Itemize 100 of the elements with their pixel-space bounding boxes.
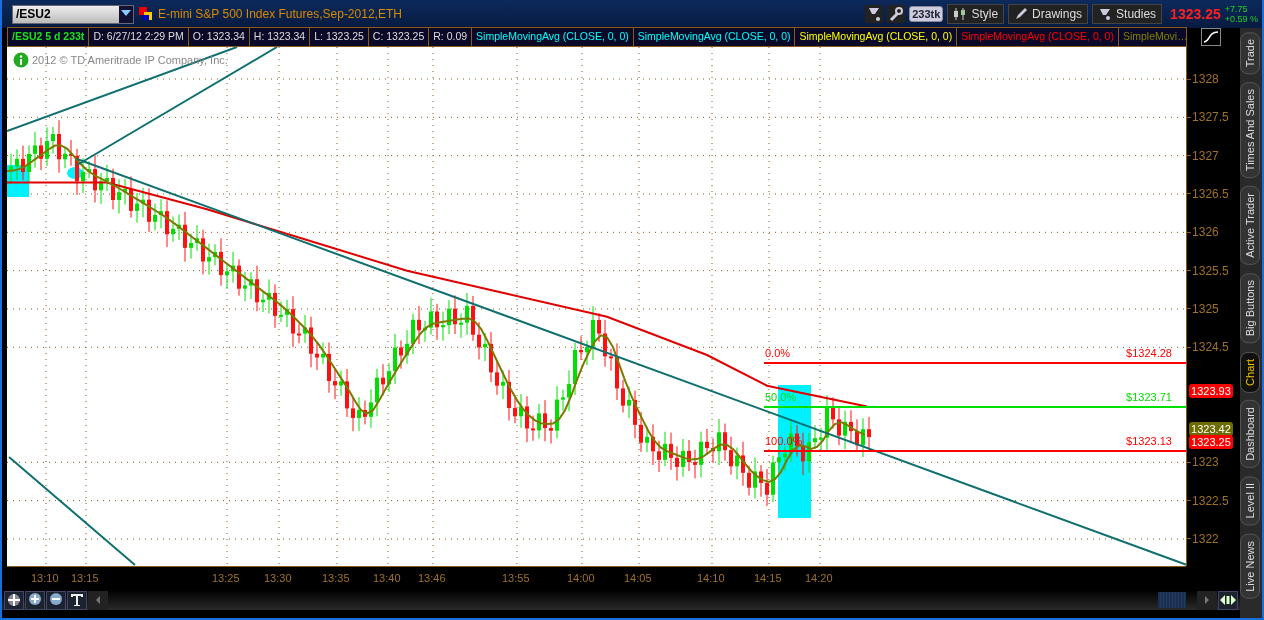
candlestick (537, 403, 541, 440)
drawings-button[interactable]: Drawings (1008, 4, 1089, 24)
candlestick (321, 342, 325, 365)
candlestick (651, 423, 655, 466)
candlestick (717, 418, 721, 466)
price-label: 1323 (1192, 455, 1219, 470)
candlestick (225, 263, 229, 290)
candlestick (213, 243, 217, 266)
candlestick (627, 386, 631, 419)
candlestick (477, 321, 481, 360)
wrench-icon[interactable] (887, 5, 906, 23)
study-label[interactable]: SimpleMovingAvg (CLOSE, 0, 0) (633, 28, 796, 46)
candlestick (423, 320, 427, 343)
studies-button[interactable]: Studies (1092, 4, 1163, 24)
candlestick (195, 224, 199, 252)
candlestick (759, 464, 763, 498)
squares-icon[interactable] (138, 6, 154, 22)
candlestick (357, 396, 361, 432)
candlestick (417, 305, 421, 345)
style-button[interactable]: Style (947, 4, 1005, 24)
side-tab[interactable]: Big Buttons (1240, 273, 1260, 344)
side-tab[interactable]: Chart (1240, 351, 1260, 393)
candlestick (561, 389, 565, 412)
candlestick (729, 436, 733, 476)
scroll-right-button[interactable] (1197, 590, 1217, 610)
candlestick (303, 314, 307, 344)
candlestick (351, 397, 355, 432)
candlestick (111, 168, 115, 210)
info-icon[interactable] (13, 52, 29, 68)
curve-icon[interactable] (1201, 28, 1221, 46)
aggregation-button[interactable]: 233tk (909, 6, 944, 22)
candlestick (297, 323, 301, 344)
candlestick (375, 368, 379, 417)
candlestick (849, 409, 853, 444)
candlestick (699, 431, 703, 478)
candlestick (471, 295, 475, 342)
candlestick (75, 148, 79, 196)
side-tab[interactable]: Trade (1240, 32, 1260, 75)
candlestick (705, 428, 709, 456)
dropdown-icon[interactable] (119, 5, 133, 23)
candlestick (249, 271, 253, 300)
candlestick (27, 144, 31, 184)
zoom-out-button[interactable] (46, 590, 66, 610)
time-label: 13:25 (212, 572, 240, 584)
side-tab[interactable]: Active Trader (1240, 186, 1260, 266)
candlestick (765, 468, 769, 507)
scrollbar-thumb[interactable] (1158, 592, 1186, 608)
study-label[interactable]: SimpleMovingAvg (CLOSE, 0, 0) (957, 28, 1119, 46)
side-tab[interactable]: Times And Sales (1240, 82, 1260, 179)
side-tab[interactable]: Live News (1240, 533, 1260, 599)
time-label: 13:40 (373, 572, 401, 584)
zoom-in-button[interactable] (25, 590, 45, 610)
time-label: 13:30 (264, 572, 292, 584)
candlestick (441, 311, 445, 342)
scroll-left-button[interactable] (88, 590, 108, 610)
candlestick (99, 172, 103, 205)
symbol-field[interactable]: /ESU2 (12, 4, 134, 24)
net-change: +7.75 (1224, 4, 1249, 14)
candlestick (597, 312, 601, 343)
quote-field: H: 1323.34 (249, 28, 311, 46)
crosshair-button[interactable] (4, 590, 24, 610)
candlestick (267, 278, 271, 314)
side-tab[interactable]: Dashboard (1240, 400, 1260, 469)
time-label: 13:55 (502, 572, 530, 584)
price-label: 1325.5 (1192, 263, 1229, 278)
candlestick (483, 332, 487, 362)
fibonacci-percent: 100.0% (765, 435, 803, 447)
candlestick (435, 303, 439, 341)
symbol-period: /ESU2 5 d 233t (8, 28, 90, 46)
time-label: 13:35 (322, 572, 350, 584)
quote-field: L: 1323.25 (310, 28, 369, 46)
candlestick (681, 438, 685, 478)
candlestick (501, 369, 505, 400)
fibonacci-price: $1324.28 (1126, 347, 1172, 359)
candlestick (639, 411, 643, 453)
flask-icon[interactable] (865, 5, 884, 23)
time-label: 14:05 (624, 572, 652, 584)
quote-field: C: 1323.25 (368, 28, 430, 46)
candlestick (549, 418, 553, 445)
candlestick (411, 313, 415, 355)
candlestick (393, 333, 397, 385)
candlestick (69, 139, 73, 167)
candlestick (609, 348, 613, 372)
candlestick (711, 437, 715, 464)
candlestick (579, 335, 583, 361)
study-label[interactable]: SimpleMovingAvg (CLOSE, 0, 0) (472, 28, 634, 46)
fit-button[interactable] (1218, 590, 1238, 610)
candlestick (159, 198, 163, 229)
candlestick (567, 369, 571, 412)
text-tool-button[interactable] (67, 590, 87, 610)
quote-field: O: 1323.34 (188, 28, 250, 46)
price-label: 1328 (1192, 72, 1219, 86)
side-tab[interactable]: Level II (1240, 476, 1260, 526)
candlestick (309, 316, 313, 368)
candlestick (831, 396, 835, 430)
study-label[interactable]: SimpleMovingAvg (CLOSE, 0, 0) (795, 28, 958, 46)
price-label: 1326 (1192, 225, 1219, 240)
candlestick (57, 119, 61, 174)
candlestick (9, 153, 13, 185)
candlestick (657, 440, 661, 473)
